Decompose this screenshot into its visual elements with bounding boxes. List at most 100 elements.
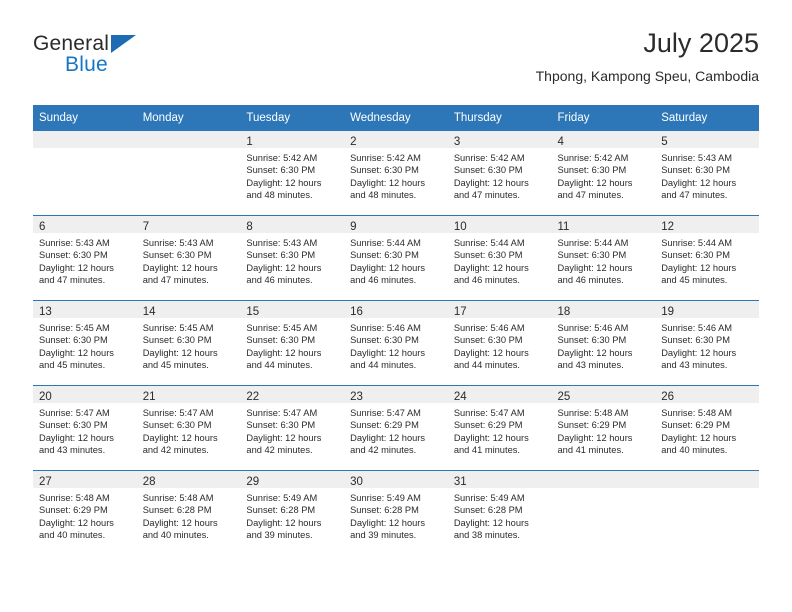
day-cell[interactable]: 16 Sunrise: 5:46 AM Sunset: 6:30 PM Dayl… (344, 300, 448, 386)
sunrise-text: Sunrise: 5:45 AM (246, 323, 318, 333)
day-cell[interactable]: 15 Sunrise: 5:45 AM Sunset: 6:30 PM Dayl… (240, 300, 345, 386)
day-number: 27 (39, 476, 52, 488)
day-cell[interactable]: 26 Sunrise: 5:48 AM Sunset: 6:29 PM Dayl… (655, 385, 759, 471)
daylight-text-line2: and 47 minutes. (453, 190, 520, 201)
day-cell[interactable]: 18 Sunrise: 5:46 AM Sunset: 6:30 PM Dayl… (551, 300, 656, 386)
sunrise-text: Sunrise: 5:45 AM (39, 323, 110, 333)
day-number-band: 2 (344, 131, 448, 148)
sunrise-text: Sunrise: 5:46 AM (453, 323, 525, 333)
calendar-week-row: 27 Sunrise: 5:48 AM Sunset: 6:29 PM Dayl… (33, 470, 759, 555)
day-cell[interactable]: 30 Sunrise: 5:49 AM Sunset: 6:28 PM Dayl… (344, 470, 448, 555)
daylight-text-line2: and 47 minutes. (661, 190, 728, 201)
daylight-text-line2: and 40 minutes. (142, 530, 209, 541)
daylight-text-line1: Daylight: 12 hours (350, 432, 426, 443)
day-cell[interactable] (33, 131, 137, 216)
weekday-header-monday: Monday (136, 105, 241, 131)
day-cell[interactable]: 24 Sunrise: 5:47 AM Sunset: 6:29 PM Dayl… (447, 385, 552, 471)
day-cell[interactable]: 20 Sunrise: 5:47 AM Sunset: 6:30 PM Dayl… (33, 385, 137, 471)
day-cell[interactable]: 25 Sunrise: 5:48 AM Sunset: 6:29 PM Dayl… (551, 385, 656, 471)
day-number: 19 (661, 306, 675, 318)
sunset-text: Sunset: 6:30 PM (661, 250, 730, 261)
day-cell[interactable] (136, 131, 241, 216)
day-number-band: 15 (240, 301, 345, 318)
daylight-text-line2: and 46 minutes. (453, 275, 520, 286)
sunrise-text: Sunrise: 5:43 AM (142, 238, 214, 248)
day-number: 12 (661, 221, 675, 233)
day-number-band: 25 (551, 386, 656, 403)
day-details: Sunrise: 5:43 AM Sunset: 6:30 PM Dayligh… (137, 233, 241, 287)
day-details: Sunrise: 5:46 AM Sunset: 6:30 PM Dayligh… (448, 318, 552, 372)
day-cell[interactable]: 3 Sunrise: 5:42 AM Sunset: 6:30 PM Dayli… (447, 131, 552, 216)
day-details: Sunrise: 5:47 AM Sunset: 6:30 PM Dayligh… (137, 403, 241, 457)
day-details: Sunrise: 5:42 AM Sunset: 6:30 PM Dayligh… (240, 148, 344, 202)
calendar-week-row: 20 Sunrise: 5:47 AM Sunset: 6:30 PM Dayl… (33, 385, 759, 471)
sunrise-text: Sunrise: 5:48 AM (39, 493, 110, 503)
day-number-band (136, 131, 241, 148)
day-number-band (551, 471, 656, 488)
day-cell[interactable]: 27 Sunrise: 5:48 AM Sunset: 6:29 PM Dayl… (33, 470, 137, 555)
day-cell[interactable]: 22 Sunrise: 5:47 AM Sunset: 6:30 PM Dayl… (240, 385, 345, 471)
daylight-text-line1: Daylight: 12 hours (453, 262, 529, 273)
day-cell[interactable]: 31 Sunrise: 5:49 AM Sunset: 6:28 PM Dayl… (447, 470, 552, 555)
sunset-text: Sunset: 6:30 PM (246, 250, 316, 261)
day-number-band: 6 (33, 216, 137, 233)
weekday-header-thursday: Thursday (447, 105, 552, 131)
day-cell[interactable] (655, 470, 759, 555)
sunset-text: Sunset: 6:30 PM (142, 250, 212, 261)
sunset-text: Sunset: 6:30 PM (453, 335, 523, 346)
day-number-band: 20 (33, 386, 137, 403)
day-cell[interactable]: 8 Sunrise: 5:43 AM Sunset: 6:30 PM Dayli… (240, 215, 345, 301)
sunrise-text: Sunrise: 5:48 AM (142, 493, 214, 503)
day-cell[interactable]: 6 Sunrise: 5:43 AM Sunset: 6:30 PM Dayli… (33, 215, 137, 301)
daylight-text-line2: and 42 minutes. (350, 445, 417, 456)
day-cell[interactable]: 23 Sunrise: 5:47 AM Sunset: 6:29 PM Dayl… (344, 385, 448, 471)
sunrise-text: Sunrise: 5:44 AM (661, 238, 733, 248)
daylight-text-line2: and 41 minutes. (557, 445, 624, 456)
daylight-text-line2: and 47 minutes. (142, 275, 209, 286)
day-details: Sunrise: 5:46 AM Sunset: 6:30 PM Dayligh… (552, 318, 656, 372)
day-cell[interactable]: 14 Sunrise: 5:45 AM Sunset: 6:30 PM Dayl… (136, 300, 241, 386)
day-cell[interactable]: 10 Sunrise: 5:44 AM Sunset: 6:30 PM Dayl… (447, 215, 552, 301)
day-details: Sunrise: 5:48 AM Sunset: 6:28 PM Dayligh… (137, 488, 241, 542)
day-cell[interactable]: 9 Sunrise: 5:44 AM Sunset: 6:30 PM Dayli… (344, 215, 448, 301)
day-cell[interactable]: 28 Sunrise: 5:48 AM Sunset: 6:28 PM Dayl… (136, 470, 241, 555)
day-cell[interactable]: 12 Sunrise: 5:44 AM Sunset: 6:30 PM Dayl… (655, 215, 759, 301)
day-number: 29 (246, 476, 260, 488)
day-number-band: 16 (344, 301, 448, 318)
day-cell[interactable]: 17 Sunrise: 5:46 AM Sunset: 6:30 PM Dayl… (447, 300, 552, 386)
sunrise-text: Sunrise: 5:47 AM (350, 408, 421, 418)
day-cell[interactable]: 11 Sunrise: 5:44 AM Sunset: 6:30 PM Dayl… (551, 215, 656, 301)
daylight-text-line1: Daylight: 12 hours (661, 347, 737, 358)
brand-logo[interactable]: General Blue (33, 32, 233, 84)
day-number-band: 17 (447, 301, 552, 318)
day-number-band: 31 (447, 471, 552, 488)
day-cell[interactable] (551, 470, 656, 555)
sunset-text: Sunset: 6:30 PM (557, 250, 627, 261)
day-cell[interactable]: 21 Sunrise: 5:47 AM Sunset: 6:30 PM Dayl… (136, 385, 241, 471)
day-cell[interactable]: 1 Sunrise: 5:42 AM Sunset: 6:30 PM Dayli… (240, 131, 345, 216)
day-cell[interactable]: 19 Sunrise: 5:46 AM Sunset: 6:30 PM Dayl… (655, 300, 759, 386)
day-cell[interactable]: 4 Sunrise: 5:42 AM Sunset: 6:30 PM Dayli… (551, 131, 656, 216)
calendar-week-row: 6 Sunrise: 5:43 AM Sunset: 6:30 PM Dayli… (33, 215, 759, 301)
day-number-band: 23 (344, 386, 448, 403)
daylight-text-line2: and 44 minutes. (350, 360, 417, 371)
day-details: Sunrise: 5:47 AM Sunset: 6:29 PM Dayligh… (344, 403, 448, 457)
sunset-text: Sunset: 6:30 PM (557, 335, 627, 346)
day-number: 23 (350, 391, 363, 403)
day-cell[interactable]: 7 Sunrise: 5:43 AM Sunset: 6:30 PM Dayli… (136, 215, 241, 301)
sunset-text: Sunset: 6:30 PM (39, 335, 108, 346)
sunrise-text: Sunrise: 5:47 AM (39, 408, 110, 418)
sunrise-text: Sunrise: 5:44 AM (557, 238, 629, 248)
day-details: Sunrise: 5:49 AM Sunset: 6:28 PM Dayligh… (448, 488, 552, 542)
day-cell[interactable]: 29 Sunrise: 5:49 AM Sunset: 6:28 PM Dayl… (240, 470, 345, 555)
day-number: 5 (661, 136, 668, 148)
day-cell[interactable]: 2 Sunrise: 5:42 AM Sunset: 6:30 PM Dayli… (344, 131, 448, 216)
day-number-band: 18 (551, 301, 656, 318)
sunset-text: Sunset: 6:30 PM (661, 335, 730, 346)
sunset-text: Sunset: 6:30 PM (39, 420, 108, 431)
day-details: Sunrise: 5:43 AM Sunset: 6:30 PM Dayligh… (33, 233, 137, 287)
day-cell[interactable]: 13 Sunrise: 5:45 AM Sunset: 6:30 PM Dayl… (33, 300, 137, 386)
day-cell[interactable]: 5 Sunrise: 5:43 AM Sunset: 6:30 PM Dayli… (655, 131, 759, 216)
day-number-band: 7 (136, 216, 241, 233)
sunrise-text: Sunrise: 5:49 AM (453, 493, 525, 503)
